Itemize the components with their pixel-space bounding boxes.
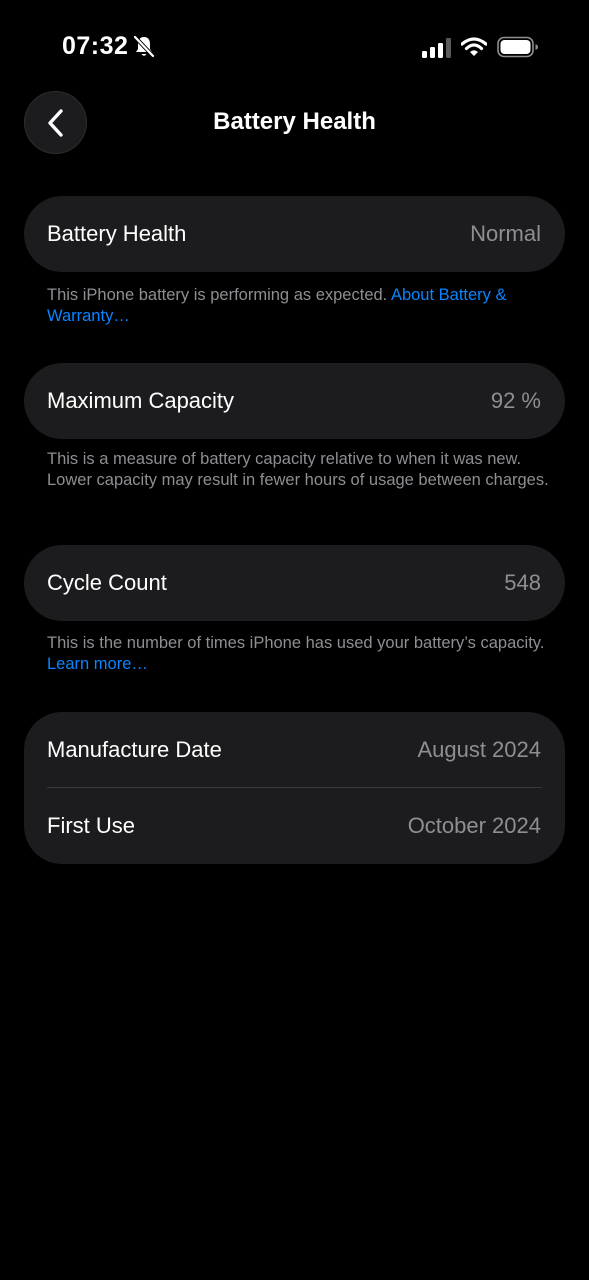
first-use-value: October 2024 <box>407 813 541 838</box>
bell-slash-icon <box>133 35 155 59</box>
wifi-icon <box>460 37 488 57</box>
dates-card: Manufacture Date August 2024 First Use O… <box>24 712 565 864</box>
battery-health-row: Battery Health Normal <box>24 196 565 272</box>
battery-health-footnote: This iPhone battery is performing as exp… <box>47 285 557 326</box>
cycle-count-card: Cycle Count 548 <box>24 545 565 621</box>
manufacture-date-value: August 2024 <box>417 737 541 762</box>
cellular-signal-icon <box>422 38 452 58</box>
cycle-count-footnote: This is the number of times iPhone has u… <box>47 633 557 674</box>
manufacture-date-row: Manufacture Date August 2024 <box>24 712 565 788</box>
battery-health-value: Normal <box>470 221 541 246</box>
status-time: 07:32 <box>62 32 129 60</box>
battery-health-label: Battery Health <box>47 221 187 246</box>
cycle-count-label: Cycle Count <box>47 570 167 595</box>
maximum-capacity-value: 92 % <box>490 388 541 413</box>
first-use-label: First Use <box>47 813 135 838</box>
maximum-capacity-footnote: This is a measure of battery capacity re… <box>47 449 557 490</box>
cycle-count-value: 548 <box>504 570 541 595</box>
page-title: Battery Health <box>213 108 376 135</box>
first-use-row: First Use October 2024 <box>24 788 565 864</box>
battery-icon <box>497 36 539 58</box>
battery-health-footnote-text: This iPhone battery is performing as exp… <box>47 286 391 304</box>
status-bar: 07:32 <box>0 0 589 95</box>
maximum-capacity-card: Maximum Capacity 92 % <box>24 363 565 439</box>
maximum-capacity-label: Maximum Capacity <box>47 388 235 413</box>
maximum-capacity-footnote-text: This is a measure of battery capacity re… <box>47 450 549 489</box>
learn-more-link[interactable]: Learn more… <box>47 655 148 673</box>
maximum-capacity-row: Maximum Capacity 92 % <box>24 363 565 439</box>
battery-health-card: Battery Health Normal <box>24 196 565 272</box>
manufacture-date-label: Manufacture Date <box>47 737 222 762</box>
cycle-count-footnote-text: This is the number of times iPhone has u… <box>47 634 545 652</box>
cycle-count-row: Cycle Count 548 <box>24 545 565 621</box>
